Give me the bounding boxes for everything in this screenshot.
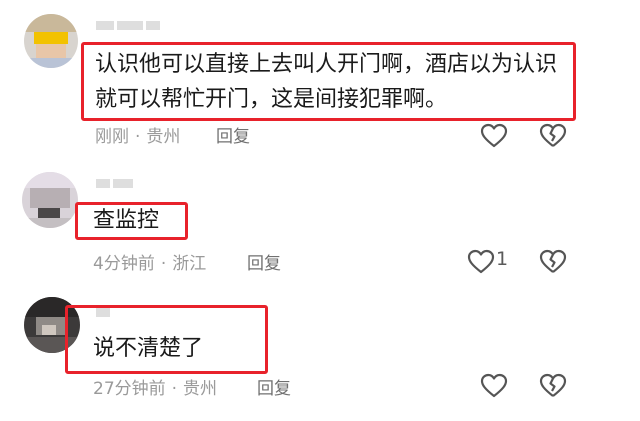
comment-text: 说不清楚了 xyxy=(93,336,204,361)
like-button[interactable] xyxy=(467,249,495,275)
reply-button[interactable]: 回复 xyxy=(247,249,281,274)
dislike-button[interactable] xyxy=(539,249,567,275)
separator: · xyxy=(160,254,167,274)
comment-meta: 4分钟前 · 浙江 xyxy=(93,249,206,274)
heart-outline-icon xyxy=(467,249,495,274)
broken-heart-icon xyxy=(539,373,567,397)
avatar[interactable] xyxy=(24,14,78,68)
comment-item: 查监控 4分钟前 · 浙江 回复 1 xyxy=(0,150,640,285)
heart-outline-icon xyxy=(480,123,508,148)
comment-meta: 27分钟前 · 贵州 xyxy=(93,374,217,399)
broken-heart-icon xyxy=(539,123,567,147)
username[interactable] xyxy=(96,176,166,190)
comment-time: 27分钟前 xyxy=(93,379,166,399)
comment-text: 就可以帮忙开门，这是间接犯罪啊。 xyxy=(95,87,448,112)
comment-item: 说不清楚了 27分钟前 · 贵州 回复 xyxy=(0,285,640,421)
comment-location: 贵州 xyxy=(183,379,218,399)
reply-button[interactable]: 回复 xyxy=(216,122,250,147)
dislike-button[interactable] xyxy=(539,123,567,149)
like-button[interactable] xyxy=(480,373,508,399)
like-count: 1 xyxy=(496,248,509,270)
comment-item: 认识他可以直接上去叫人开门啊，酒店以为认识 就可以帮忙开门，这是间接犯罪啊。 刚… xyxy=(0,0,640,150)
comment-text: 认识他可以直接上去叫人开门啊，酒店以为认识 xyxy=(95,52,558,77)
dislike-button[interactable] xyxy=(539,373,567,399)
broken-heart-icon xyxy=(539,249,567,273)
comment-time: 刚刚 xyxy=(95,127,129,147)
avatar[interactable] xyxy=(22,172,78,228)
reply-button[interactable]: 回复 xyxy=(257,374,291,399)
separator: · xyxy=(171,379,178,399)
username[interactable] xyxy=(96,18,186,32)
comment-list: 认识他可以直接上去叫人开门啊，酒店以为认识 就可以帮忙开门，这是间接犯罪啊。 刚… xyxy=(0,0,640,421)
comment-time: 4分钟前 xyxy=(93,254,155,274)
comment-location: 贵州 xyxy=(146,127,181,147)
like-button[interactable] xyxy=(480,123,508,149)
separator: · xyxy=(135,127,141,147)
comment-meta: 刚刚 · 贵州 xyxy=(95,122,180,147)
comment-text: 查监控 xyxy=(93,208,160,233)
heart-outline-icon xyxy=(480,373,508,398)
comment-location: 浙江 xyxy=(172,254,207,274)
